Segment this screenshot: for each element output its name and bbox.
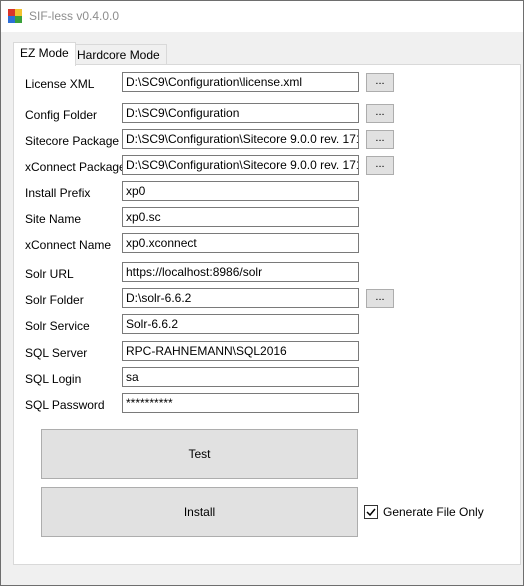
sql-server-field[interactable]: RPC-RAHNEMANN\SQL2016 [122, 341, 359, 361]
config-folder-field[interactable]: D:\SC9\Configuration [122, 103, 359, 123]
xconnect-name-field[interactable]: xp0.xconnect [122, 233, 359, 253]
app-icon [8, 9, 22, 23]
checkmark-icon [366, 508, 376, 517]
install-prefix-label: Install Prefix [25, 186, 91, 200]
sitecore-package-field[interactable]: D:\SC9\Configuration\Sitecore 9.0.0 rev.… [122, 129, 359, 149]
solr-service-field[interactable]: Solr-6.6.2 [122, 314, 359, 334]
config-folder-browse-button[interactable]: ... [366, 104, 394, 123]
install-prefix-field[interactable]: xp0 [122, 181, 359, 201]
xconnect-name-label: xConnect Name [25, 238, 112, 252]
test-button[interactable]: Test [41, 429, 358, 479]
sql-login-field[interactable]: sa [122, 367, 359, 387]
app-window: SIF-less v0.4.0.0 EZ Mode Hardcore Mode … [0, 0, 524, 586]
solr-url-label: Solr URL [25, 267, 74, 281]
solr-service-label: Solr Service [25, 319, 90, 333]
tab-hardcore-mode[interactable]: Hardcore Mode [70, 44, 167, 66]
sitecore-package-browse-button[interactable]: ... [366, 130, 394, 149]
sitecore-package-label: Sitecore Package [25, 134, 120, 148]
sql-password-label: SQL Password [25, 398, 105, 412]
generate-file-only-checkbox[interactable] [364, 505, 378, 519]
xconnect-package-browse-button[interactable]: ... [366, 156, 394, 175]
sql-password-field[interactable]: ********** [122, 393, 359, 413]
window-title: SIF-less v0.4.0.0 [29, 9, 120, 23]
solr-url-field[interactable]: https://localhost:8986/solr [122, 262, 359, 282]
tab-ez-mode[interactable]: EZ Mode [13, 42, 76, 66]
install-button[interactable]: Install [41, 487, 358, 537]
sql-login-label: SQL Login [25, 372, 82, 386]
xconnect-package-label: xConnect Package [25, 160, 126, 174]
xconnect-package-field[interactable]: D:\SC9\Configuration\Sitecore 9.0.0 rev.… [122, 155, 359, 175]
license-xml-field[interactable]: D:\SC9\Configuration\license.xml [122, 72, 359, 92]
solr-folder-field[interactable]: D:\solr-6.6.2 [122, 288, 359, 308]
title-bar: SIF-less v0.4.0.0 [1, 1, 523, 32]
config-folder-label: Config Folder [25, 108, 98, 122]
generate-file-only-label[interactable]: Generate File Only [383, 505, 484, 519]
solr-folder-browse-button[interactable]: ... [366, 289, 394, 308]
solr-folder-label: Solr Folder [25, 293, 84, 307]
license-xml-label: License XML [25, 77, 95, 91]
sql-server-label: SQL Server [25, 346, 88, 360]
site-name-label: Site Name [25, 212, 82, 226]
site-name-field[interactable]: xp0.sc [122, 207, 359, 227]
license-xml-browse-button[interactable]: ... [366, 73, 394, 92]
